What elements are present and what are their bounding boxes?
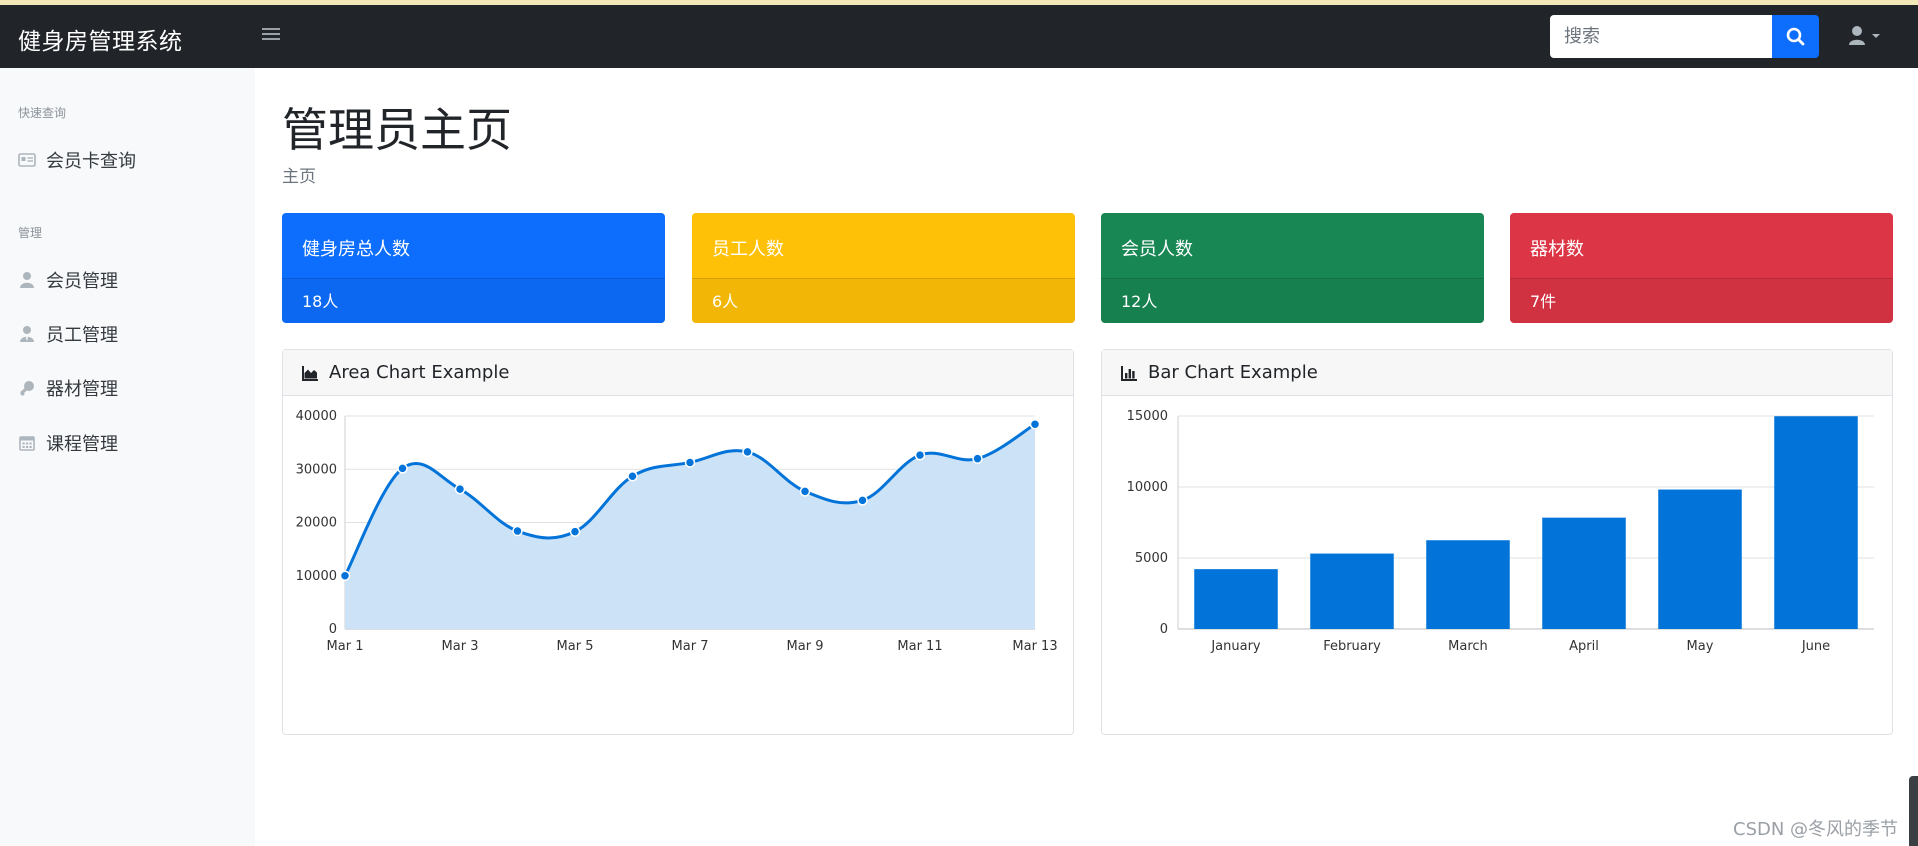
x-tick-label: Mar 1 [327,639,364,654]
sidebar-item-courses[interactable]: 课程管理 [0,423,255,463]
brand[interactable]: 健身房管理系统 [18,22,183,56]
bar [1194,569,1278,629]
breadcrumb: 主页 [282,167,316,187]
stat-card-total: 健身房总人数 18人 [282,213,665,323]
x-tick-label: Mar 7 [672,639,709,654]
data-point [512,525,523,537]
stat-card-value[interactable]: 7件 [1510,278,1893,323]
x-tick-label: Mar 13 [1012,639,1057,654]
x-tick-label: March [1448,639,1488,654]
area-chart: 0 10000 20000 30000 40000 Mar 1 Mar 3 Mar 5 Mar … [296,409,1058,654]
area-fill [345,424,1035,629]
sidebar-item-members[interactable]: 会员管理 [0,260,255,300]
x-tick-label: Mar 3 [442,639,479,654]
sidebar: 快速查询 会员卡查询 管理 会员管理 员工管理 器材管理 课程管理 [0,68,255,846]
x-tick-label: January [1210,639,1261,654]
sidebar-heading-quick: 快速查询 [18,106,67,120]
navbar: 健身房管理系统 [0,5,1918,68]
stat-card-staff: 员工人数 6人 [692,213,1075,323]
main-content: 管理员主页 主页 健身房总人数 18人 员工人数 6人 会员人数 12人 器材数… [255,68,1918,846]
sidebar-item-label: 课程管理 [46,434,118,455]
user-icon [1849,26,1880,45]
watermark: CSDN @冬风的季节 [1733,819,1899,840]
stat-card-equipment: 器材数 7件 [1510,213,1893,323]
x-tick-label: Mar 9 [787,639,824,654]
data-point [799,486,811,497]
y-tick-label: 10000 [296,569,337,584]
user-tie-icon [20,326,34,342]
bar-chart-title: Bar Chart Example [1148,362,1318,383]
sidebar-item-label: 会员管理 [46,271,118,292]
sidebar-item-card-query[interactable]: 会员卡查询 [0,140,255,180]
x-tick-label: May [1687,639,1714,654]
y-tick-label: 5000 [1135,551,1168,566]
data-point [569,526,581,537]
sidebar-heading-manage: 管理 [18,226,43,240]
area-chart-body: 0 10000 20000 30000 40000 Mar 1 Mar 3 Mar 5 Mar … [283,396,1073,734]
bar-chart-header: Bar Chart Example [1102,350,1892,396]
bar [1310,553,1394,629]
data-point [742,446,753,458]
stat-card-title: 会员人数 [1121,239,1193,260]
y-tick-label: 10000 [1127,480,1168,495]
data-point [857,495,868,506]
user-menu[interactable] [1848,25,1886,47]
area-chart-card: Area Chart Example 0 10000 20000 30000 40000… [282,349,1074,735]
x-tick-label: April [1569,639,1599,654]
stat-card-value[interactable]: 12人 [1101,278,1484,323]
sidebar-item-staff[interactable]: 员工管理 [0,314,255,354]
x-tick-label: Mar 5 [557,639,594,654]
y-tick-label: 0 [1160,622,1168,637]
bar-chart-icon [1121,365,1137,381]
page-title: 管理员主页 [282,103,512,157]
x-tick-label: Mar 11 [897,639,942,654]
search-button[interactable] [1772,15,1819,58]
data-point [627,471,638,482]
id-card-icon [18,153,36,167]
calendar-icon [19,436,35,451]
sidebar-item-label: 器材管理 [46,379,118,400]
caret-down-icon [1872,34,1880,38]
sidebar-item-equipment[interactable]: 器材管理 [0,368,255,408]
bar-chart: 0 5000 10000 15000 January February March April… [1127,409,1874,654]
y-tick-label: 40000 [296,409,337,424]
data-point [1029,418,1041,430]
y-tick-label: 15000 [1127,409,1168,424]
stat-card-title: 员工人数 [712,239,784,260]
user-icon [20,272,34,288]
data-point [972,453,983,464]
bar-chart-card: Bar Chart Example 0 5000 10000 15000 January… [1101,349,1893,735]
data-point [339,570,351,581]
sidebar-item-label: 会员卡查询 [46,151,136,172]
dumbbell-icon [20,381,34,396]
data-point [914,449,926,461]
stat-card-title: 健身房总人数 [302,239,410,260]
x-tick-label: June [1801,639,1830,654]
bar [1658,489,1742,629]
y-tick-label: 20000 [296,516,337,531]
search-icon [1786,27,1805,46]
x-tick-label: February [1323,639,1381,654]
area-chart-header: Area Chart Example [283,350,1073,396]
stat-card-value[interactable]: 18人 [282,278,665,323]
area-chart-icon [302,365,318,381]
stat-card-value[interactable]: 6人 [692,278,1075,323]
bar [1426,540,1510,629]
data-point [684,457,696,468]
area-chart-title: Area Chart Example [329,362,510,383]
data-point [397,463,408,474]
data-point [454,483,466,495]
bar [1774,416,1858,629]
stat-card-title: 器材数 [1530,239,1584,260]
search-input[interactable] [1550,15,1773,58]
bar-chart-body: 0 5000 10000 15000 January February March April… [1102,396,1892,734]
scroll-handle[interactable] [1909,776,1918,846]
bar [1542,517,1626,629]
y-tick-label: 30000 [296,462,337,477]
y-tick-label: 0 [329,622,337,637]
sidebar-item-label: 员工管理 [46,325,118,346]
hamburger-icon[interactable] [262,25,280,43]
stat-card-members: 会员人数 12人 [1101,213,1484,323]
search-form [1550,15,1820,58]
